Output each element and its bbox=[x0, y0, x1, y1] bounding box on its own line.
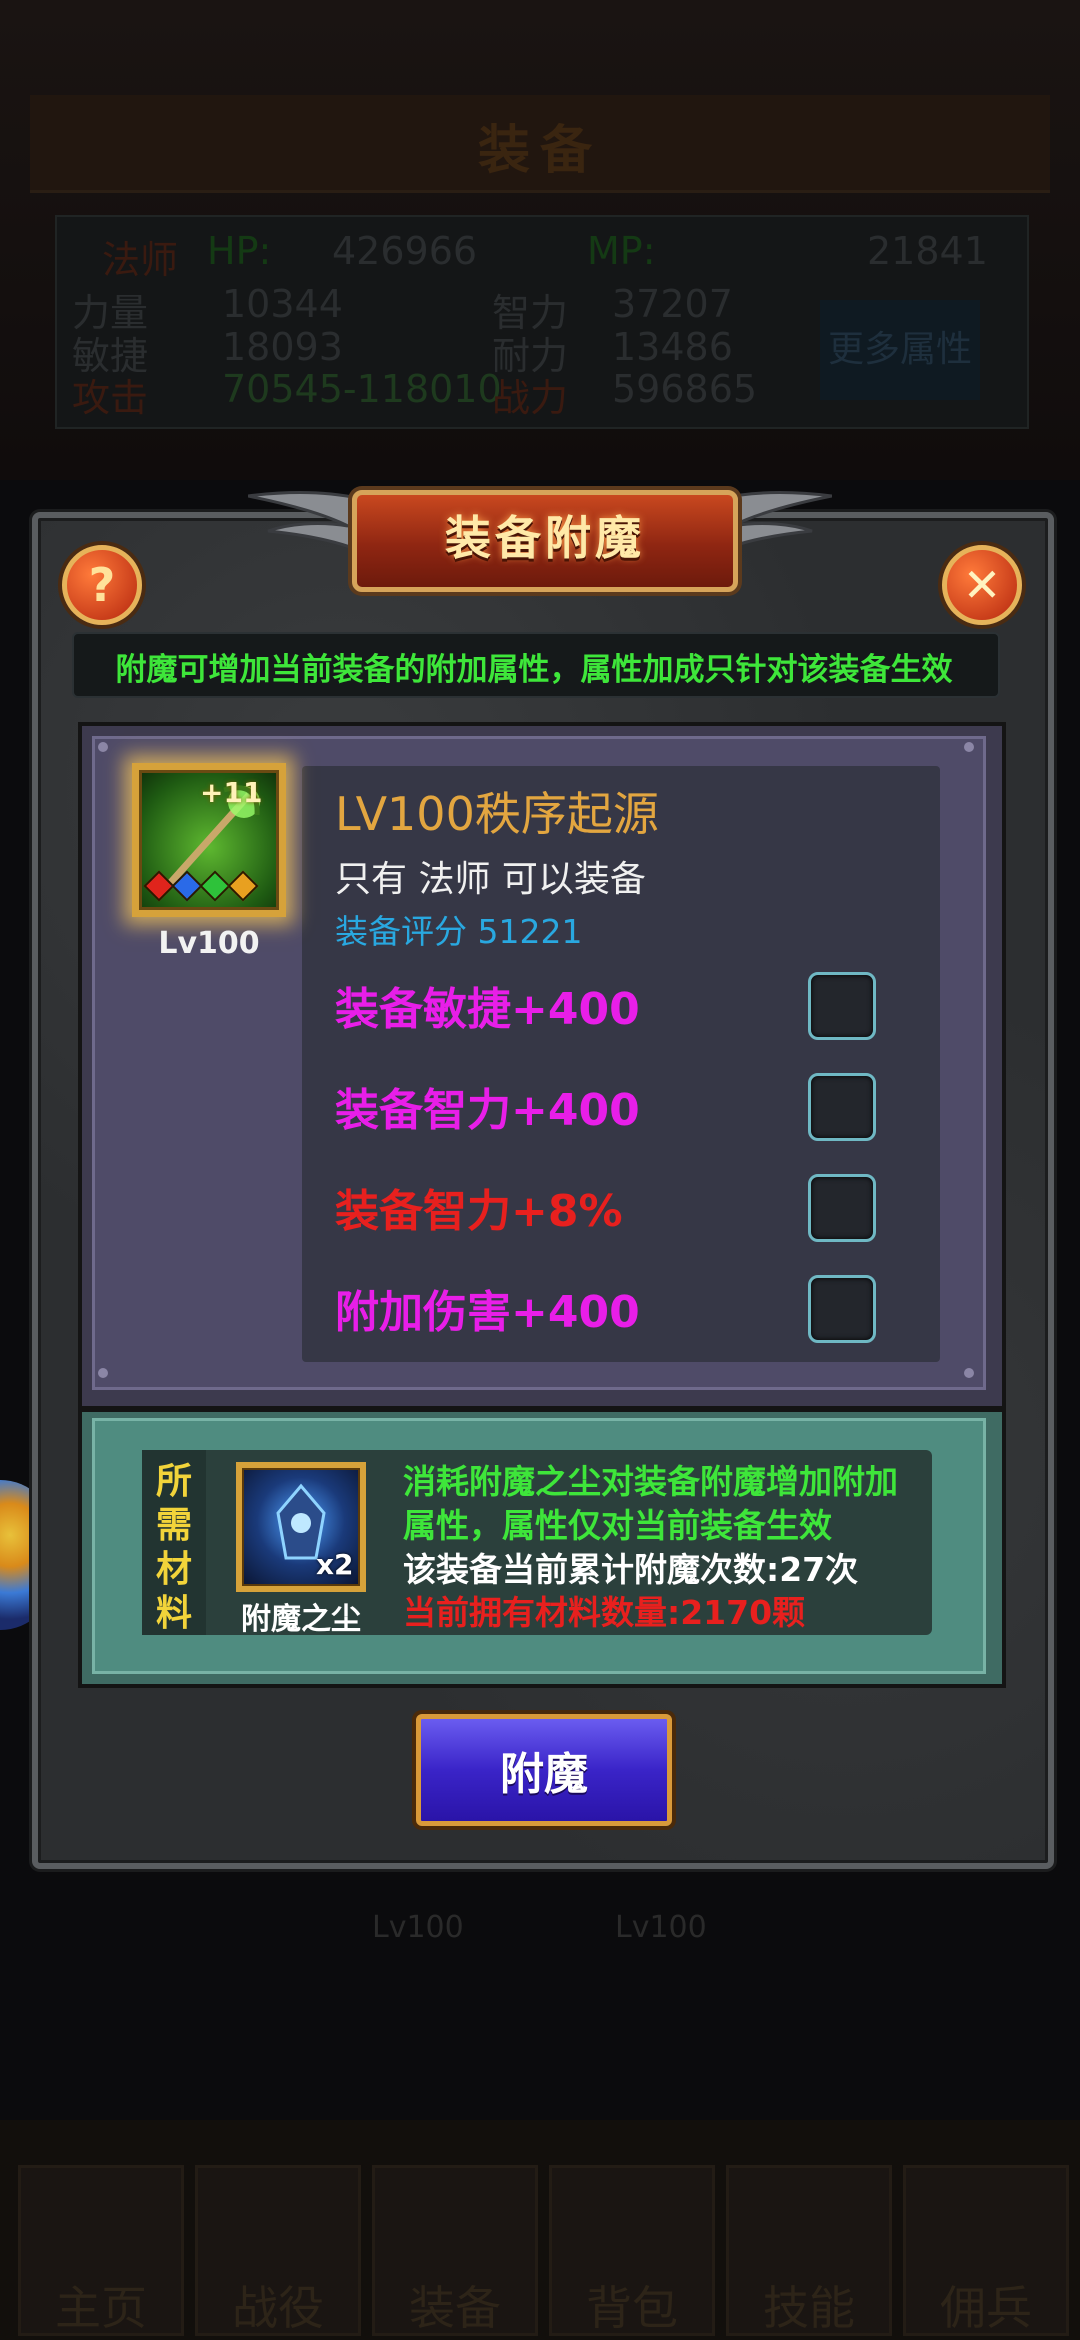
attribute-3-checkbox[interactable] bbox=[808, 1174, 876, 1242]
bg-atk-value: 70545-118010 bbox=[222, 367, 502, 411]
material-desc-line1: 消耗附魔之尘对装备附魔增加附加 bbox=[403, 1462, 898, 1501]
attribute-3: 装备智力+8% bbox=[335, 1186, 623, 1237]
bg-item-level: Lv100 bbox=[615, 1910, 707, 1945]
item-enhance-level: +11 bbox=[200, 776, 263, 809]
dialog-title: 装备附魔 bbox=[445, 511, 645, 565]
bg-agi-value: 18093 bbox=[222, 325, 343, 369]
bg-atk-label: 攻击 bbox=[72, 376, 149, 420]
material-name: 附魔之尘 bbox=[241, 1602, 361, 1637]
bg-mp-label: MP: bbox=[587, 229, 656, 273]
bg-class-label: 法师 bbox=[102, 238, 179, 282]
bg-def-label: 战力 bbox=[492, 376, 569, 420]
nav-equipment: 装备 bbox=[372, 2165, 538, 2336]
equipment-name: LV100秩序起源 bbox=[335, 787, 659, 841]
close-icon[interactable]: ✕ bbox=[942, 545, 1022, 625]
equipment-score-value: 51221 bbox=[477, 912, 583, 951]
bg-str-value: 10344 bbox=[222, 282, 343, 326]
attribute-4-checkbox[interactable] bbox=[808, 1275, 876, 1343]
attribute-2-checkbox[interactable] bbox=[808, 1073, 876, 1141]
background-title: 装备 bbox=[477, 121, 602, 181]
attribute-4: 附加伤害+400 bbox=[335, 1287, 640, 1338]
help-icon[interactable]: ? bbox=[62, 545, 142, 625]
nav-bag: 背包 bbox=[549, 2165, 715, 2336]
nav-home: 主页 bbox=[18, 2165, 184, 2336]
attribute-1-checkbox[interactable] bbox=[808, 972, 876, 1040]
material-desc-line2: 属性，属性仅对当前装备生效 bbox=[403, 1506, 832, 1545]
bg-hp-label: HP: bbox=[207, 229, 272, 273]
material-count: x2 bbox=[316, 1548, 354, 1581]
item-level: Lv100 bbox=[158, 926, 260, 961]
equipment-class-requirement: 只有 法师 可以装备 bbox=[335, 859, 646, 900]
owned-material-count: 当前拥有材料数量:2170颗 bbox=[403, 1593, 806, 1632]
enchant-count: 该装备当前累计附魔次数:27次 bbox=[403, 1550, 859, 1589]
nav-mercenary: 佣兵 bbox=[903, 2165, 1069, 2336]
nav-skills: 技能 bbox=[726, 2165, 892, 2336]
bg-hp-value: 426966 bbox=[332, 229, 478, 273]
panel-stud bbox=[964, 742, 974, 752]
material-label-char: 料 bbox=[155, 1593, 192, 1634]
nav-battle: 战役 bbox=[195, 2165, 361, 2336]
equipment-score-label: 装备评分 bbox=[335, 912, 467, 951]
tip-text: 附魔可增加当前装备的附加属性，属性加成只针对该装备生效 bbox=[115, 652, 953, 688]
bg-int-value: 37207 bbox=[612, 282, 733, 326]
equipment-score: 装备评分 51221 bbox=[335, 905, 582, 953]
attribute-2: 装备智力+400 bbox=[335, 1085, 640, 1136]
bg-item-level: Lv100 bbox=[372, 1910, 464, 1945]
bg-sta-value: 13486 bbox=[612, 325, 733, 369]
bg-def-value: 596865 bbox=[612, 367, 758, 411]
attribute-1: 装备敏捷+400 bbox=[335, 984, 640, 1035]
bg-more-attributes-button: 更多属性 bbox=[820, 300, 980, 400]
bg-mp-value: 21841 bbox=[867, 229, 988, 273]
panel-stud bbox=[964, 1368, 974, 1378]
panel-stud bbox=[98, 1368, 108, 1378]
enchant-button-label: 附魔 bbox=[500, 1749, 588, 1800]
panel-stud bbox=[98, 742, 108, 752]
